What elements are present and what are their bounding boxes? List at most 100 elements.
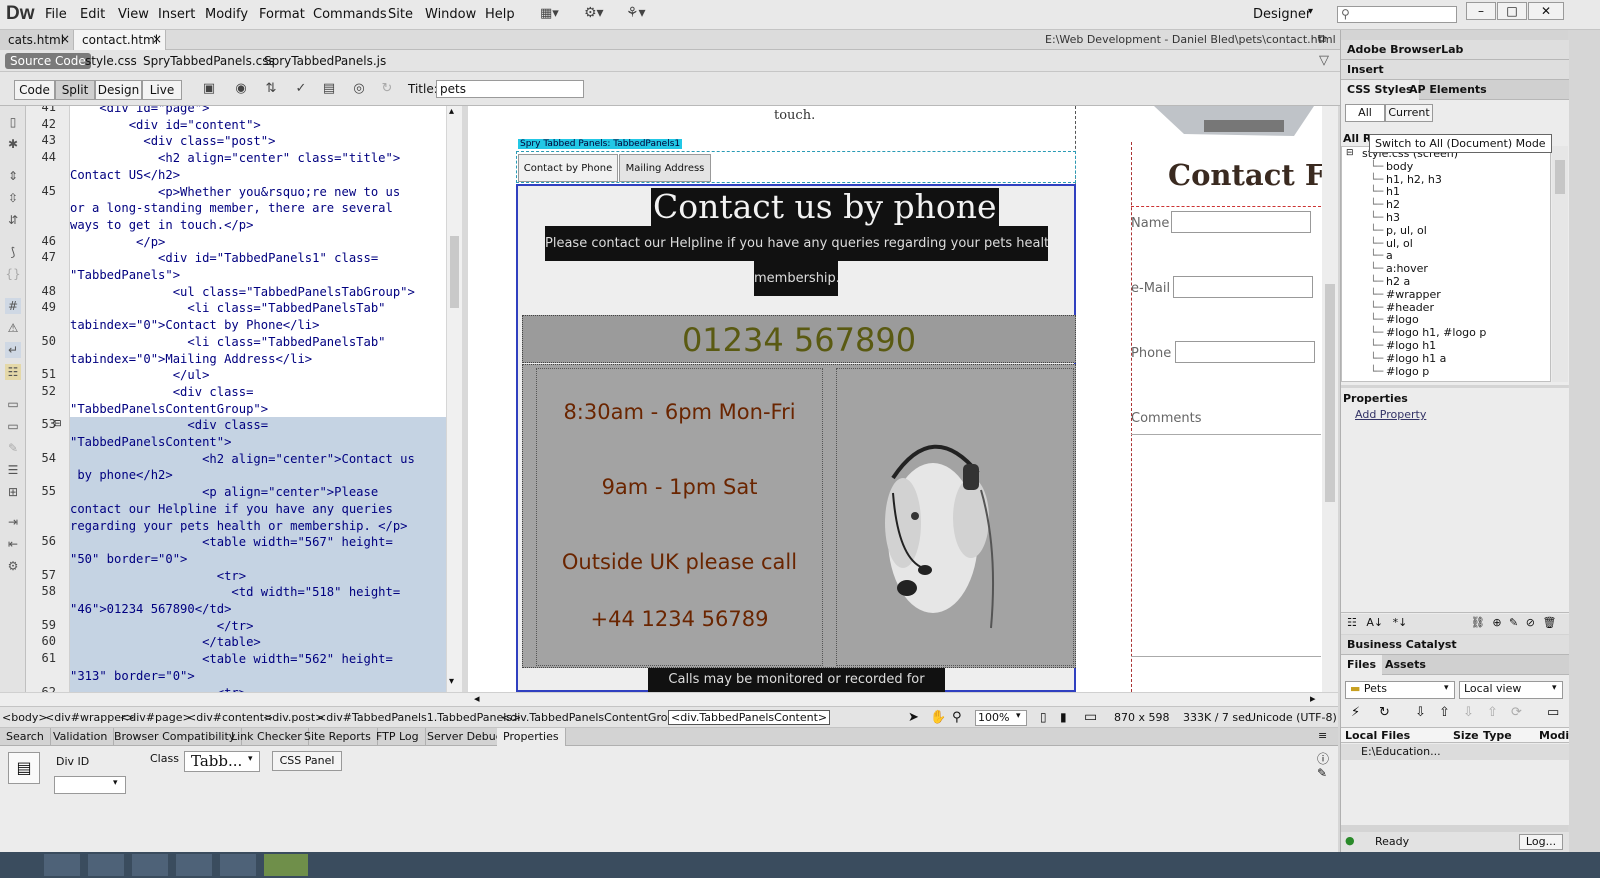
taskbar-item[interactable]	[44, 854, 80, 876]
split-view-button[interactable]: Split	[55, 80, 95, 100]
restore-icon[interactable]: ⧉	[1318, 32, 1326, 46]
collapse-tag-icon[interactable]: ✱	[5, 136, 21, 152]
recent-snippets-icon[interactable]: ☰	[5, 462, 21, 478]
menu-window[interactable]: Window	[425, 7, 476, 22]
tag-content[interactable]: <div#content>	[187, 711, 273, 724]
indent-icon[interactable]: ⇥	[5, 514, 21, 530]
menu-insert[interactable]: Insert	[158, 7, 195, 22]
hand-tool-icon[interactable]: ✋	[930, 710, 946, 725]
tag-tabbedpanelscontent[interactable]: <div.TabbedPanelsContent>	[668, 710, 831, 725]
show-alpha-icon[interactable]: A↓	[1366, 616, 1383, 629]
select-parent-tag-icon[interactable]: ⇵	[5, 212, 21, 228]
current-mode-button[interactable]: Current	[1385, 104, 1433, 122]
design-view-button[interactable]: Design	[95, 80, 142, 100]
get-files-icon[interactable]: ⇩	[1415, 705, 1426, 720]
css-rule[interactable]: h1, h2, h3	[1386, 173, 1442, 186]
name-input[interactable]	[1171, 211, 1311, 233]
show-category-icon[interactable]: ☷	[1347, 616, 1357, 629]
class-select[interactable]: Tabb... ▾	[184, 751, 260, 772]
close-button[interactable]: ✕	[1528, 2, 1564, 20]
outdent-icon[interactable]: ⇤	[5, 536, 21, 552]
mobile-size-icon[interactable]: ▯	[1040, 710, 1047, 724]
visual-aids-icon[interactable]: ▤	[320, 81, 338, 97]
menu-view[interactable]: View	[118, 7, 149, 22]
menu-format[interactable]: Format	[259, 7, 305, 22]
tab-assets[interactable]: Assets	[1379, 655, 1432, 675]
zoom-tool-icon[interactable]: ⚲	[952, 710, 962, 725]
tab-ftp-log[interactable]: FTP Log	[370, 728, 426, 746]
site-select[interactable]: ▬ Pets ▾	[1345, 681, 1455, 699]
maximize-button[interactable]: □	[1497, 2, 1527, 20]
tab-contact-by-phone[interactable]: Contact by Phone	[518, 154, 618, 182]
file-row[interactable]: E:\Education...	[1341, 744, 1569, 760]
tag-page[interactable]: <div#page>	[120, 711, 192, 724]
tab-cats[interactable]: cats.html ×	[0, 30, 74, 50]
scroll-down-icon[interactable]: ▾	[449, 676, 454, 687]
css-rule[interactable]: a:hover	[1386, 262, 1428, 275]
related-file-style[interactable]: style.css	[85, 54, 137, 68]
tab-mailing-address[interactable]: Mailing Address	[619, 154, 711, 182]
collapse-selection-icon[interactable]: ⇕	[5, 168, 21, 184]
multiscreen-icon[interactable]: ▣	[200, 81, 218, 97]
css-rule[interactable]: h2	[1386, 198, 1400, 211]
help-icon[interactable]: ⓘ	[1317, 750, 1329, 767]
scroll-right-icon[interactable]: ▸	[1310, 692, 1316, 705]
css-rule[interactable]: #logo p	[1386, 365, 1429, 378]
minimize-button[interactable]: –	[1466, 2, 1496, 20]
layout-icon[interactable]: ▦▾	[540, 6, 559, 21]
menu-commands[interactable]: Commands	[313, 7, 387, 22]
source-code-button[interactable]: Source Code	[5, 53, 91, 69]
business-catalyst-header[interactable]: Business Catalyst	[1341, 635, 1569, 655]
remove-comment-icon[interactable]: ▭	[5, 418, 21, 434]
info-bar-icon[interactable]: ☷	[5, 364, 21, 380]
disable-rule-icon[interactable]: ⊘	[1526, 616, 1535, 629]
tab-browser-compatibility[interactable]: Browser Compatibility	[108, 728, 243, 746]
balance-braces-icon[interactable]: ⟆	[5, 244, 21, 260]
check-out-icon[interactable]: ⇩	[1463, 705, 1474, 720]
css-rule[interactable]: h2 a	[1386, 275, 1410, 288]
tab-properties[interactable]: Properties	[497, 728, 566, 746]
css-rule[interactable]: a	[1386, 249, 1393, 262]
tag-tabbedpanels[interactable]: <div#TabbedPanels1.TabbedPanels>	[317, 711, 521, 724]
new-rule-icon[interactable]: ⊕	[1492, 616, 1501, 629]
css-rule[interactable]: #wrapper	[1386, 288, 1441, 301]
syntax-error-icon[interactable]: ⚠	[5, 320, 21, 336]
site-tools-icon[interactable]: ⚘▾	[626, 5, 646, 21]
css-rule[interactable]: p, ul, ol	[1386, 224, 1427, 237]
collapse-icon[interactable]: ⊟	[1346, 148, 1354, 158]
refresh-icon[interactable]: ↻	[378, 81, 396, 97]
expand-icon[interactable]: ▭	[1547, 705, 1559, 720]
file-management-icon[interactable]: ⇅	[262, 81, 280, 97]
desktop-size-icon[interactable]: ▭	[1084, 709, 1097, 725]
css-rule[interactable]: ul, ol	[1386, 237, 1413, 250]
refresh-icon[interactable]: ↻	[1379, 705, 1390, 720]
taskbar-item[interactable]	[220, 854, 256, 876]
browser-check-icon[interactable]: ✓	[292, 81, 310, 97]
spry-label[interactable]: Spry Tabbed Panels: TabbedPanels1	[518, 139, 683, 149]
phone-input[interactable]	[1175, 341, 1315, 363]
rules-scrollbar[interactable]	[1552, 146, 1568, 382]
css-rule[interactable]: #logo	[1386, 313, 1419, 326]
tab-search[interactable]: Search	[0, 728, 51, 746]
highlight-invalid-icon[interactable]: #	[5, 298, 21, 314]
menu-site[interactable]: Site	[388, 7, 413, 22]
col-modified[interactable]: Modi	[1539, 729, 1569, 742]
scroll-thumb[interactable]	[1325, 284, 1335, 502]
tag-body[interactable]: <body>	[2, 711, 48, 724]
gear-icon[interactable]: ⚙▾	[584, 5, 604, 21]
preview-browser-icon[interactable]: ◉	[232, 81, 250, 97]
panel-menu-icon[interactable]: ≡	[1318, 729, 1327, 742]
menu-file[interactable]: File	[45, 7, 67, 22]
tab-ap-elements[interactable]: AP Elements	[1403, 80, 1493, 100]
taskbar-item[interactable]	[132, 854, 168, 876]
tab-contact[interactable]: contact.html ×	[74, 30, 166, 50]
css-rule[interactable]: #logo h1 a	[1386, 352, 1446, 365]
code-editor[interactable]: <div id="page"> <div id="content"> <div …	[70, 106, 446, 692]
col-local-files[interactable]: Local Files	[1345, 729, 1410, 742]
quick-tag-editor-icon[interactable]: ✎	[1317, 766, 1327, 780]
col-type[interactable]: Type	[1483, 729, 1512, 742]
css-rule[interactable]: #header	[1386, 301, 1434, 314]
all-mode-button[interactable]: All	[1345, 104, 1385, 122]
chevron-down-icon[interactable]: ▾	[1308, 6, 1313, 17]
scroll-thumb[interactable]	[450, 236, 459, 308]
